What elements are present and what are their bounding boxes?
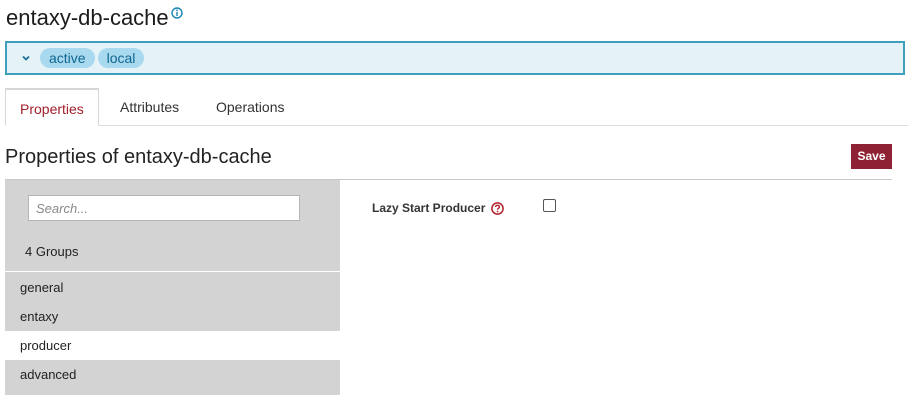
status-badge-active: active	[40, 48, 95, 68]
title-row: entaxy-db-cache	[6, 4, 183, 32]
groups-panel: 4 Groups general entaxy producer advance…	[5, 180, 340, 395]
tab-operations[interactable]: Operations	[202, 88, 298, 125]
page-title: entaxy-db-cache	[6, 5, 169, 30]
group-item-advanced[interactable]: advanced	[5, 360, 340, 389]
question-circle-icon[interactable]	[491, 202, 504, 215]
field-label-lazy-start-producer: Lazy Start Producer	[372, 201, 486, 215]
info-circle-icon[interactable]	[170, 7, 183, 19]
group-item-producer[interactable]: producer	[5, 331, 340, 360]
tab-attributes[interactable]: Attributes	[106, 88, 193, 125]
groups-count: 4 Groups	[25, 244, 79, 259]
group-item-entaxy[interactable]: entaxy	[5, 302, 340, 331]
chevron-down-icon[interactable]	[21, 53, 31, 63]
search-input[interactable]	[28, 195, 300, 221]
group-item-general[interactable]: general	[5, 273, 340, 302]
status-bar: active local	[5, 41, 905, 75]
section-title: Properties of entaxy-db-cache	[5, 146, 272, 168]
status-badge-local: local	[97, 48, 145, 68]
lazy-start-producer-checkbox[interactable]	[543, 199, 556, 212]
groups-divider	[5, 271, 340, 272]
tab-bar: Properties Attributes Operations	[5, 88, 908, 126]
save-button[interactable]: Save	[851, 144, 892, 169]
tab-properties[interactable]: Properties	[5, 88, 99, 126]
